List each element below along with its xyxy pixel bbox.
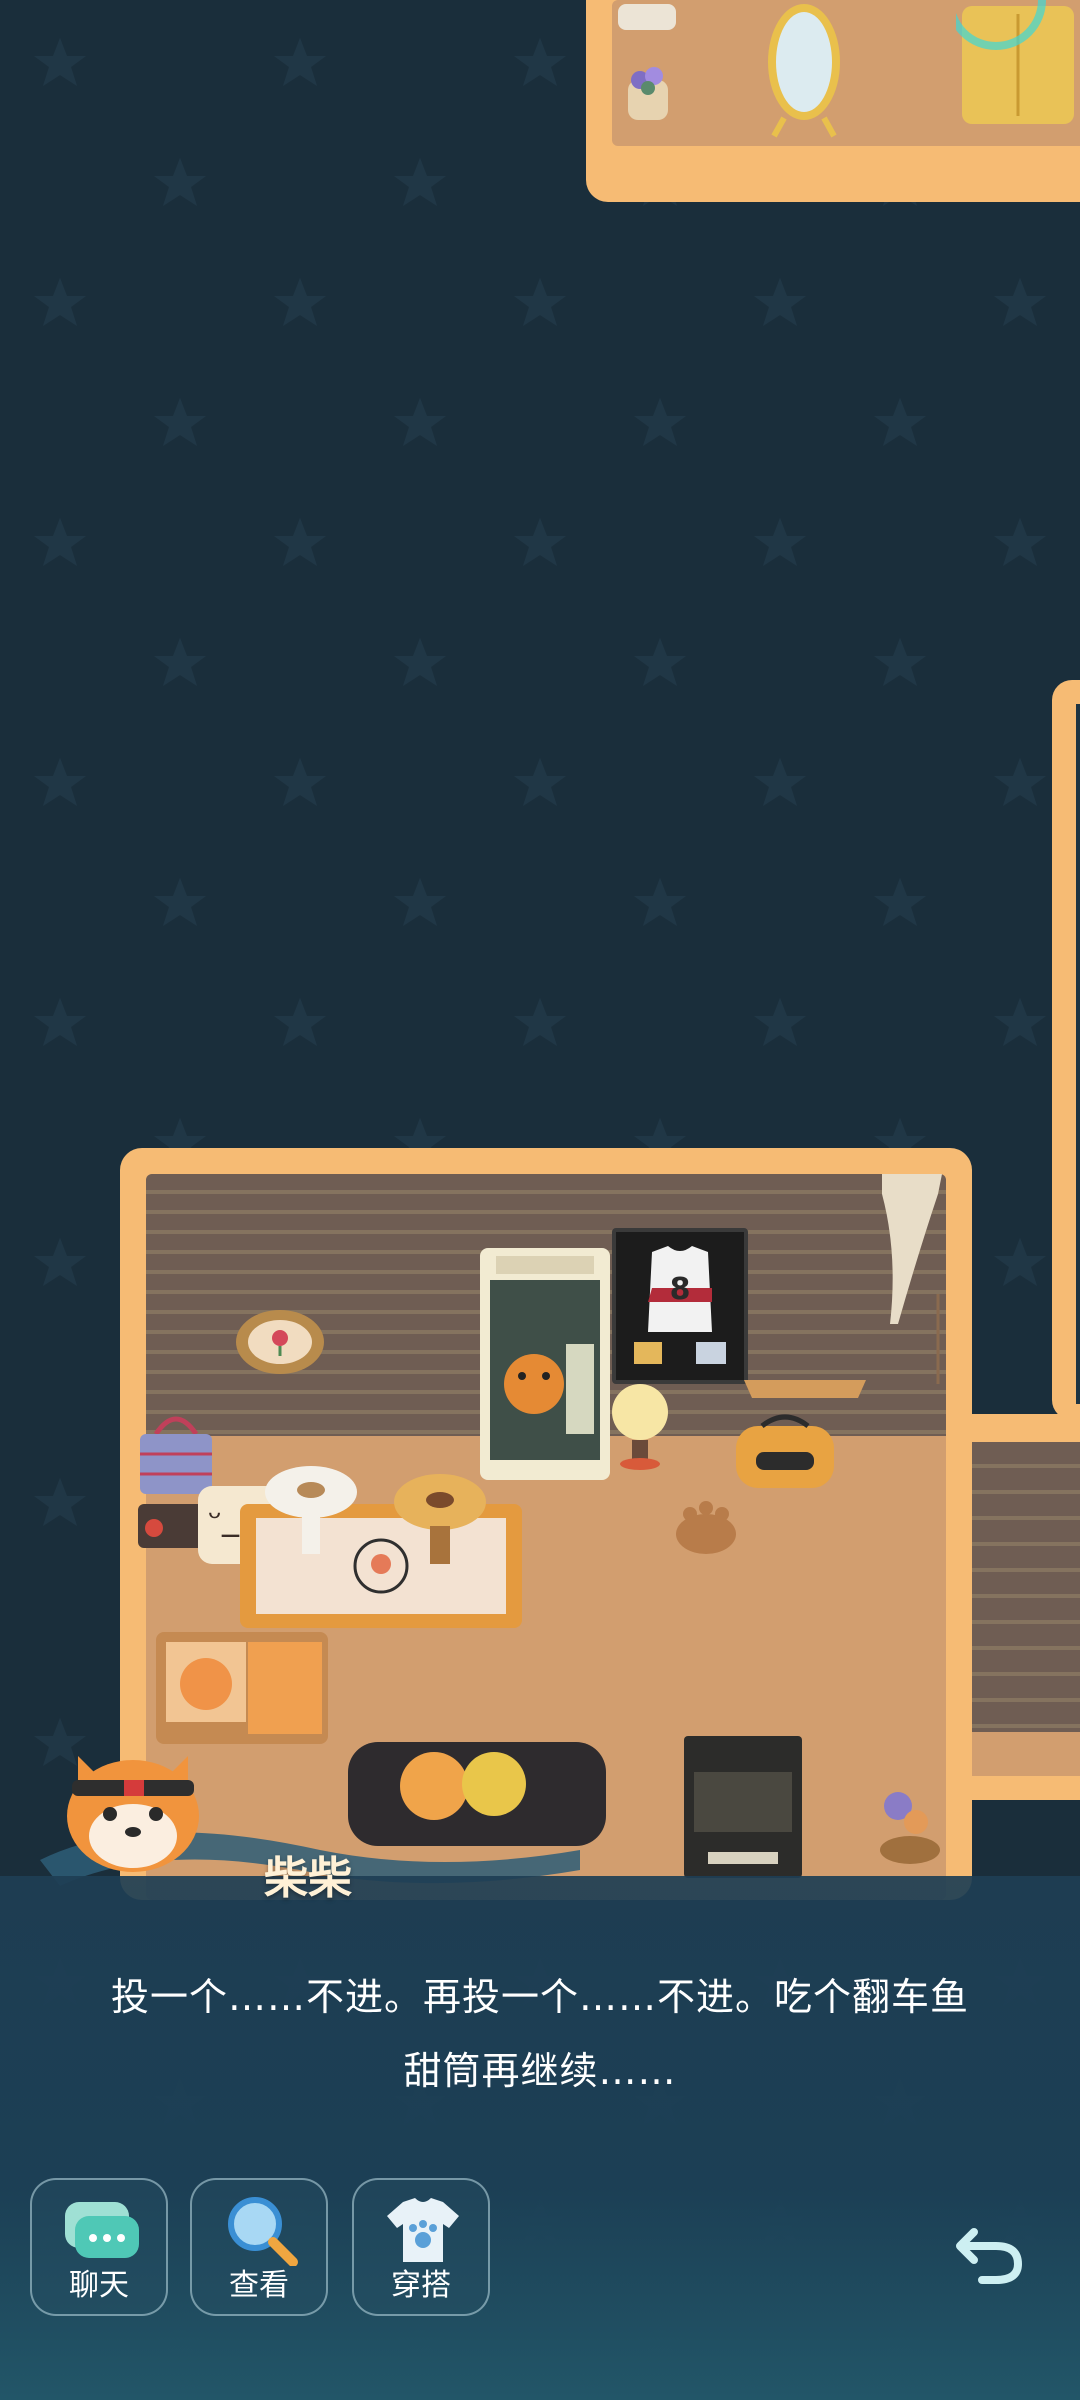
- paw-shirt-icon: [387, 2198, 459, 2262]
- dialog-panel[interactable]: [0, 1876, 1080, 2400]
- curtain[interactable]: [878, 1174, 946, 1384]
- jersey-number: 8: [669, 1272, 691, 1307]
- inspect-button[interactable]: 查看: [190, 2178, 328, 2316]
- arcade-poster-machine[interactable]: [476, 1244, 614, 1484]
- speaker-name: 柴柴: [264, 1853, 352, 1904]
- chat-button-label: 聊天: [69, 2268, 129, 2303]
- outfit-button-label: 穿搭: [391, 2268, 451, 2303]
- return-arrow-icon[interactable]: [952, 2218, 1032, 2288]
- round-side-table-white[interactable]: [262, 1460, 360, 1558]
- inspect-button-label: 查看: [229, 2268, 289, 2303]
- flower-wall-plaque[interactable]: [232, 1306, 328, 1378]
- pet-carrier-bag[interactable]: [732, 1412, 838, 1492]
- pet-bed-with-cat[interactable]: [152, 1628, 332, 1748]
- paw-stool[interactable]: [672, 1498, 740, 1558]
- chat-button[interactable]: 聊天: [30, 2178, 168, 2316]
- small-stool[interactable]: [612, 0, 682, 40]
- shiba-dog-face-icon: [67, 1756, 199, 1872]
- chat-bubble-icon: [65, 2202, 139, 2258]
- woven-basket[interactable]: [136, 1404, 216, 1498]
- golden-cabinet[interactable]: [956, 0, 1080, 130]
- standing-mirror[interactable]: [754, 0, 854, 140]
- black-cabinet[interactable]: [680, 1732, 806, 1882]
- framed-jersey[interactable]: 8: [612, 1228, 748, 1384]
- right-room-edge[interactable]: [1052, 680, 1080, 1420]
- upper-room[interactable]: [586, 0, 1080, 202]
- mushroom-pot[interactable]: [872, 1780, 948, 1866]
- main-room[interactable]: 8 ᵕ_ᵕ z: [120, 1148, 972, 1900]
- dialog-text[interactable]: 投一个……不进。再投一个……不进。吃个翻车鱼 甜筒再继续……: [60, 1960, 1020, 2108]
- flower-jar[interactable]: [618, 50, 678, 126]
- magnifier-icon: [228, 2197, 298, 2266]
- round-side-table-gold[interactable]: [392, 1468, 488, 1568]
- basketball-lamp[interactable]: [608, 1380, 672, 1472]
- wall-shelf[interactable]: [740, 1374, 870, 1404]
- outfit-button[interactable]: 穿搭: [352, 2178, 490, 2316]
- speaker-avatar: [58, 1736, 208, 1876]
- dialog-line-2: 甜筒再继续……: [403, 2049, 677, 2093]
- dialog-line-1: 投一个……不进。再投一个……不进。吃个翻车鱼: [110, 1975, 969, 2019]
